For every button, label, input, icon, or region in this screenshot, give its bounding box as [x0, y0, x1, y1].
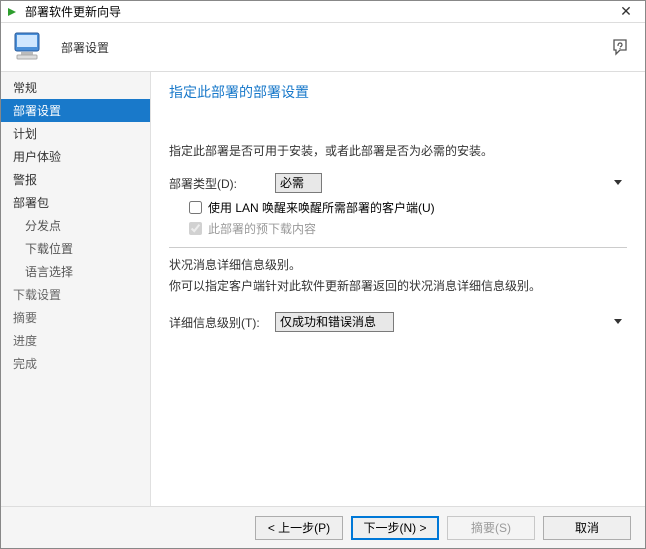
sidebar-item-package[interactable]: 部署包	[1, 191, 150, 214]
help-icon[interactable]	[611, 37, 633, 59]
deploy-type-row: 部署类型(D): 必需	[169, 173, 627, 193]
sidebar-item-deploy-settings[interactable]: 部署设置	[1, 99, 150, 122]
title-bar: 部署软件更新向导 ✕	[1, 1, 645, 23]
summary-button: 摘要(S)	[447, 516, 535, 540]
sidebar-item-distribution[interactable]: 分发点	[1, 214, 150, 237]
sidebar-item-general[interactable]: 常规	[1, 76, 150, 99]
wake-on-lan-row: 使用 LAN 唤醒来唤醒所需部署的客户端(U)	[189, 199, 627, 216]
detail-level-select-wrap: 仅成功和错误消息	[275, 312, 627, 332]
deploy-type-select-wrap: 必需	[275, 173, 627, 193]
sidebar-item-done[interactable]: 完成	[1, 352, 150, 375]
sidebar-item-user-experience[interactable]: 用户体验	[1, 145, 150, 168]
header-subtitle: 部署设置	[61, 39, 109, 56]
next-button[interactable]: 下一步(N) >	[351, 516, 439, 540]
wake-on-lan-checkbox[interactable]	[189, 201, 202, 214]
sidebar-item-summary[interactable]: 摘要	[1, 306, 150, 329]
status-section-desc: 你可以指定客户端针对此软件更新部署返回的状况消息详细信息级别。	[169, 277, 627, 294]
predownload-checkbox	[189, 222, 202, 235]
wizard-body: 常规 部署设置 计划 用户体验 警报 部署包 分发点 下载位置 语言选择 下载设…	[1, 71, 645, 506]
sidebar-item-progress[interactable]: 进度	[1, 329, 150, 352]
deploy-type-label: 部署类型(D):	[169, 175, 275, 192]
page-heading: 指定此部署的部署设置	[169, 82, 627, 102]
wizard-sidebar: 常规 部署设置 计划 用户体验 警报 部署包 分发点 下载位置 语言选择 下载设…	[1, 72, 151, 506]
sidebar-item-plan[interactable]: 计划	[1, 122, 150, 145]
sidebar-item-download-settings[interactable]: 下载设置	[1, 283, 150, 306]
detail-level-row: 详细信息级别(T): 仅成功和错误消息	[169, 312, 627, 332]
predownload-row: 此部署的预下载内容	[189, 220, 627, 237]
detail-level-label: 详细信息级别(T):	[169, 314, 275, 331]
divider	[169, 247, 627, 248]
wizard-header: 部署设置	[1, 23, 645, 71]
predownload-label: 此部署的预下载内容	[208, 220, 316, 237]
sidebar-item-alerts[interactable]: 警报	[1, 168, 150, 191]
sidebar-item-language[interactable]: 语言选择	[1, 260, 150, 283]
sidebar-item-download-loc[interactable]: 下载位置	[1, 237, 150, 260]
description-text: 指定此部署是否可用于安装，或者此部署是否为必需的安装。	[169, 142, 627, 159]
cancel-button[interactable]: 取消	[543, 516, 631, 540]
detail-level-select[interactable]: 仅成功和错误消息	[275, 312, 394, 332]
deploy-type-select[interactable]: 必需	[275, 173, 322, 193]
computer-icon	[11, 29, 47, 65]
wizard-content: 指定此部署的部署设置 指定此部署是否可用于安装，或者此部署是否为必需的安装。 部…	[151, 72, 645, 506]
app-icon	[5, 5, 19, 19]
back-button[interactable]: < 上一步(P)	[255, 516, 343, 540]
close-icon[interactable]: ✕	[611, 3, 641, 20]
wizard-footer: < 上一步(P) 下一步(N) > 摘要(S) 取消	[1, 506, 645, 548]
wake-on-lan-label: 使用 LAN 唤醒来唤醒所需部署的客户端(U)	[208, 199, 435, 216]
window-title: 部署软件更新向导	[25, 3, 611, 20]
status-section-title: 状况消息详细信息级别。	[169, 256, 627, 273]
